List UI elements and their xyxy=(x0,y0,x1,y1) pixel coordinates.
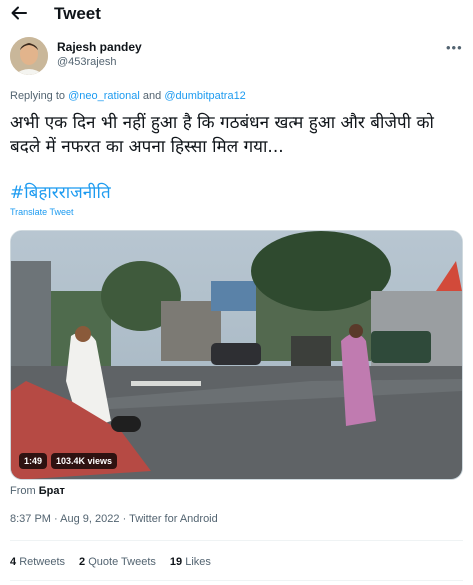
retweets-label: Retweets xyxy=(19,556,66,568)
tweet-date[interactable]: Aug 9, 2022 xyxy=(60,513,119,525)
likes-stat[interactable]: 19 Likes xyxy=(170,556,211,568)
retweets-count: 4 xyxy=(10,556,17,568)
more-horizontal-icon[interactable]: ••• xyxy=(446,40,463,55)
from-label: From xyxy=(10,485,36,497)
video-duration: 1:49 xyxy=(19,453,48,469)
from-attribution: From Брат xyxy=(10,485,65,497)
tweet-stats: 4 Retweets 2 Quote Tweets 19 Likes xyxy=(10,556,211,568)
retweets-stat[interactable]: 4 Retweets xyxy=(10,556,65,568)
likes-label: Likes xyxy=(185,556,211,568)
video-thumbnail xyxy=(11,231,462,479)
author-name[interactable]: Rajesh pandey xyxy=(57,40,142,54)
quote-tweets-count: 2 xyxy=(79,556,86,568)
quote-tweets-label: Quote Tweets xyxy=(88,556,156,568)
translate-tweet-link[interactable]: Translate Tweet xyxy=(10,207,74,217)
meta-separator: · xyxy=(54,513,58,525)
avatar[interactable] xyxy=(10,37,48,75)
video-views: 103.4K views xyxy=(51,453,118,469)
replying-prefix: Replying to xyxy=(10,90,66,102)
video-overlay: 1:49 103.4K views xyxy=(19,453,118,469)
divider xyxy=(10,540,463,541)
meta-separator: · xyxy=(122,513,127,525)
tweet-meta: 8:37 PM · Aug 9, 2022 · Twitter for Andr… xyxy=(10,513,218,525)
tweet-text: अभी एक दिन भी नहीं हुआ है कि गठबंधन खत्म… xyxy=(10,113,434,157)
arrow-left-icon[interactable] xyxy=(10,4,28,22)
replying-to: Replying to @neo_rational and @dumbitpat… xyxy=(10,90,246,102)
hashtag-link[interactable]: #बिहारराजनीति xyxy=(10,180,111,203)
tweet-client[interactable]: Twitter for Android xyxy=(129,513,218,525)
reply-user-link[interactable]: @dumbitpatra12 xyxy=(164,90,246,102)
top-bar: Tweet xyxy=(0,0,473,30)
divider xyxy=(10,580,463,581)
tweet-time[interactable]: 8:37 PM xyxy=(10,513,51,525)
replying-connector: and xyxy=(142,90,162,102)
likes-count: 19 xyxy=(169,556,183,568)
video-player[interactable]: 1:49 103.4K views xyxy=(10,230,463,480)
page-title: Tweet xyxy=(54,4,101,23)
author-handle[interactable]: @453rajesh xyxy=(57,56,116,68)
quote-tweets-stat[interactable]: 2 Quote Tweets xyxy=(79,556,156,568)
from-source-link[interactable]: Брат xyxy=(39,485,65,497)
reply-user-link[interactable]: @neo_rational xyxy=(68,90,140,102)
